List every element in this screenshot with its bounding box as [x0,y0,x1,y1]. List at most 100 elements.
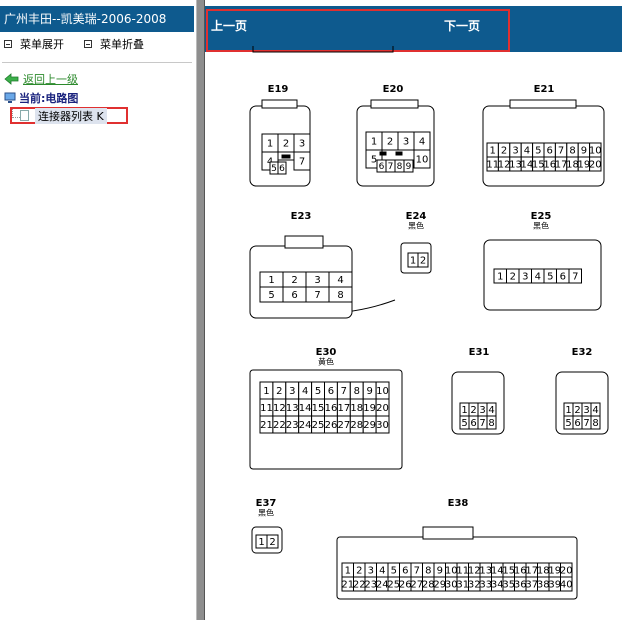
connector-label-e31: E31 [469,347,490,358]
pin-e32-6: 6 [574,418,580,429]
menu-toolbar: 菜单展开 菜单折叠 [0,36,160,52]
pin-e19-7: 7 [299,157,305,168]
expand-icon [4,40,12,48]
pin-e20-4: 4 [419,137,425,148]
pin-e30-24: 24 [299,420,312,431]
pin-e20-10: 10 [416,155,429,166]
pin-e30-20: 20 [376,403,389,414]
pin-e19-5: 5 [271,164,277,174]
current-location-label: 当前:电路图 [19,92,79,105]
connector-label-e37: E37 [256,498,277,509]
pin-e23-2: 2 [291,275,297,286]
pin-e30-19: 19 [363,403,376,414]
pin-e25-7: 7 [572,272,578,283]
pin-e30-4: 4 [302,386,308,397]
menu-collapse-button[interactable]: 菜单折叠 [80,36,144,52]
connector-label-e20: E20 [383,84,404,95]
pin-e20-6: 6 [379,162,385,172]
pin-e19-3: 3 [299,139,305,150]
back-row[interactable]: 返回上一级 [4,71,78,87]
pin-e31-4: 4 [488,405,494,416]
pin-e30-21: 21 [260,420,273,431]
pin-e20-7: 7 [388,162,394,172]
connector-sublabel-e25: 黑色 [533,221,549,231]
pin-e38-5: 5 [391,566,397,577]
pin-e19-2: 2 [283,139,289,150]
pin-e25-6: 6 [560,272,566,283]
pin-e30-27: 27 [337,420,350,431]
connector-label-e30: E30 [316,347,337,358]
pin-e30-18: 18 [350,403,363,414]
pin-e21-2: 2 [501,146,507,157]
pin-e37-1: 1 [258,537,264,548]
pin-e30-25: 25 [312,420,325,431]
pin-e31-5: 5 [461,418,467,429]
pin-e20-1: 1 [371,137,377,148]
pin-e25-3: 3 [522,272,528,283]
connector-label-e23: E23 [291,211,312,222]
connector-sublabel-e24: 黑色 [408,221,424,231]
pin-e23-1: 1 [268,275,274,286]
back-link[interactable]: 返回上一级 [23,71,78,87]
pin-e30-28: 28 [350,420,363,431]
document-icon [20,110,29,121]
pin-e25-4: 4 [535,272,541,283]
pin-e30-1: 1 [263,386,269,397]
pin-e20-5: 5 [371,155,377,166]
pin-e32-1: 1 [565,405,571,416]
pin-e21-5: 5 [535,146,541,157]
collapse-icon [84,40,92,48]
pin-e20-3: 3 [403,137,409,148]
pin-e30-10: 10 [376,386,389,397]
pin-e25-2: 2 [510,272,516,283]
pin-e38-8: 8 [425,566,431,577]
pin-e25-1: 1 [497,272,503,283]
current-location: 当前:电路图 [4,90,78,106]
pin-e31-7: 7 [479,418,485,429]
tree-item-label[interactable]: 连接器列表 K [35,107,107,124]
pin-e30-23: 23 [286,420,299,431]
pin-e23-6: 6 [291,290,297,301]
pin-e38-40: 40 [560,580,573,591]
pin-e30-8: 8 [354,386,360,397]
tree-item-connector-list[interactable]: 连接器列表 K [10,107,128,124]
pin-e19-1: 1 [267,139,273,150]
pin-e31-8: 8 [488,418,494,429]
pin-e24-2: 2 [420,256,426,267]
pin-e21-6: 6 [547,146,553,157]
pin-e20-8: 8 [397,162,403,172]
pin-e30-12: 12 [273,403,286,414]
pin-e21-9: 9 [581,146,587,157]
pin-e38-6: 6 [402,566,408,577]
pin-e31-1: 1 [461,405,467,416]
pin-e32-3: 3 [583,405,589,416]
pin-e21-7: 7 [558,146,564,157]
connector-label-e24: E24 [406,211,427,222]
pin-e31-2: 2 [470,405,476,416]
pin-e23-4: 4 [337,275,343,286]
pin-e25-5: 5 [547,272,553,283]
pin-e38-2: 2 [356,566,362,577]
pin-e24-1: 1 [410,256,416,267]
pin-e30-3: 3 [289,386,295,397]
pin-e32-8: 8 [592,418,598,429]
computer-icon [4,92,16,103]
pin-e20-9: 9 [406,162,412,172]
menu-collapse-label: 菜单折叠 [100,38,144,51]
pin-e30-15: 15 [312,403,325,414]
pin-e30-26: 26 [325,420,338,431]
connector-sublabel-e30: 黄色 [318,357,334,367]
connector-label-e25: E25 [531,211,552,222]
menu-expand-button[interactable]: 菜单展开 [0,36,64,52]
pin-e38-3: 3 [368,566,374,577]
frame-divider[interactable] [196,0,205,620]
pin-e30-14: 14 [299,403,312,414]
sidebar-separator [2,62,192,63]
menu-expand-label: 菜单展开 [20,38,64,51]
pin-e38-20: 20 [560,566,573,577]
pin-e30-16: 16 [325,403,338,414]
pin-e30-17: 17 [337,403,350,414]
pin-e21-3: 3 [512,146,518,157]
pin-e32-2: 2 [574,405,580,416]
connector-sublabel-e37: 黑色 [258,508,274,518]
